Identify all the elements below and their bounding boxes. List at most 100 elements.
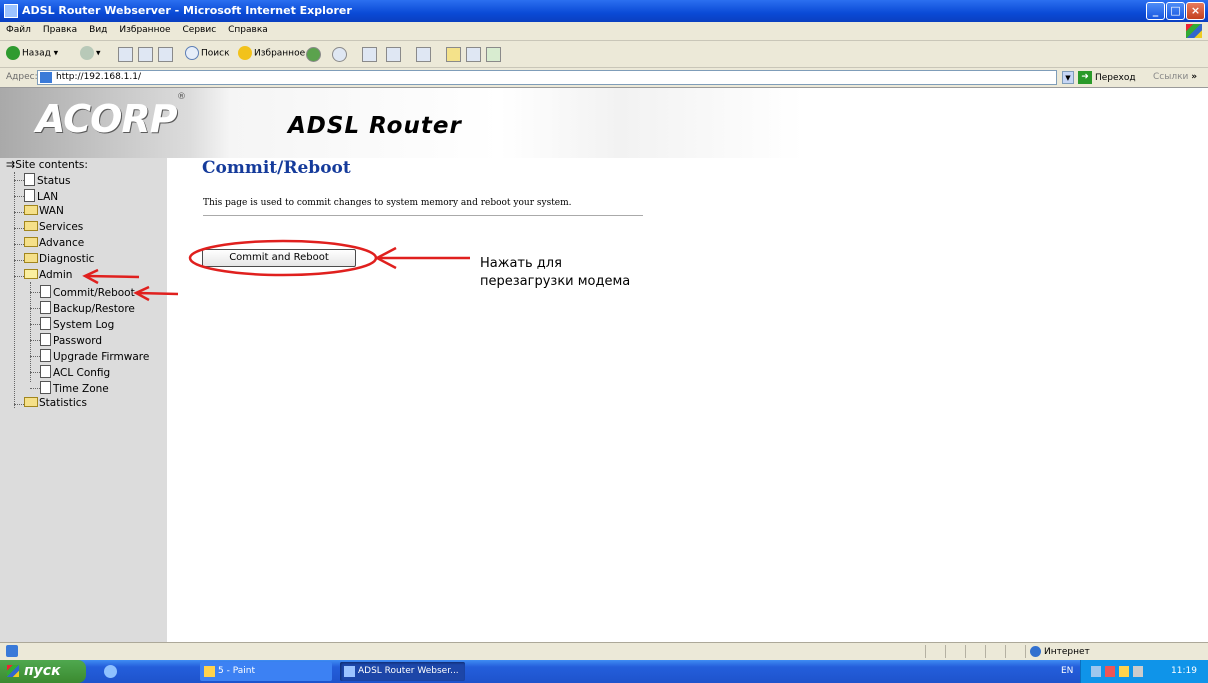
folder-icon <box>24 205 38 215</box>
sidebar-item-time-zone[interactable]: Time Zone <box>40 381 109 395</box>
messenger-icon[interactable] <box>466 47 481 62</box>
forward-button[interactable]: ▾ <box>80 46 101 60</box>
page-icon <box>40 365 51 378</box>
edit-icon[interactable] <box>416 47 431 62</box>
address-label: Адрес: <box>6 72 38 82</box>
page-content: ACORP ® ADSL Router ⇉Site contents: Stat… <box>0 88 1208 642</box>
folder-icon[interactable] <box>446 47 461 62</box>
menu-favorites[interactable]: Избранное <box>113 22 176 35</box>
menu-help[interactable]: Справка <box>222 22 274 35</box>
window-title: ADSL Router Webserver - Microsoft Intern… <box>22 4 352 17</box>
favorites-button[interactable]: Избранное <box>238 46 305 60</box>
sidebar-item-backup-restore[interactable]: Backup/Restore <box>40 301 135 315</box>
back-label: Назад <box>22 48 51 59</box>
page-description: This page is used to commit changes to s… <box>203 198 572 208</box>
window-titlebar[interactable]: ADSL Router Webserver - Microsoft Intern… <box>0 0 1208 22</box>
go-arrow-icon: ➜ <box>1078 71 1092 84</box>
forward-arrow-icon <box>80 46 94 60</box>
research-icon[interactable] <box>486 47 501 62</box>
sidebar-item-statistics[interactable]: Statistics <box>24 397 87 409</box>
address-dropdown-icon[interactable]: ▼ <box>1062 71 1074 84</box>
folder-open-icon <box>24 269 38 279</box>
page-icon <box>40 72 52 83</box>
sidebar-item-status[interactable]: Status <box>24 173 70 187</box>
taskbar: пуск 5 - Paint ADSL Router Webser... EN … <box>0 660 1208 683</box>
sidebar-item-label: Backup/Restore <box>53 303 135 315</box>
sidebar-item-commit-reboot[interactable]: Commit/Reboot <box>40 285 135 299</box>
menu-file[interactable]: Файл <box>0 22 37 35</box>
sidebar-item-label: WAN <box>39 205 64 217</box>
sidebar-item-label: Diagnostic <box>39 253 95 265</box>
mail-icon[interactable] <box>362 47 377 62</box>
page-icon <box>40 317 51 330</box>
folder-icon <box>24 253 38 263</box>
minimize-button[interactable]: _ <box>1146 2 1165 20</box>
sidebar-item-label: Advance <box>39 237 85 249</box>
page-icon <box>24 173 35 186</box>
folder-icon <box>24 397 38 407</box>
sidebar-item-label: Statistics <box>39 397 87 409</box>
ie-icon <box>344 666 355 677</box>
folder-icon <box>24 221 38 231</box>
home-icon[interactable] <box>158 47 173 62</box>
browser-toolbar: Назад ▾ ▾ Поиск Избранное <box>0 41 1208 68</box>
sidebar-header: ⇉Site contents: <box>6 158 88 171</box>
security-zone: Интернет <box>1030 646 1090 657</box>
sidebar-item-password[interactable]: Password <box>40 333 102 347</box>
menu-view[interactable]: Вид <box>83 22 113 35</box>
sidebar-item-system-log[interactable]: System Log <box>40 317 114 331</box>
stop-icon[interactable] <box>118 47 133 62</box>
close-button[interactable]: × <box>1186 2 1205 20</box>
page-icon <box>40 285 51 298</box>
page-icon <box>40 333 51 346</box>
go-label: Переход <box>1095 73 1136 83</box>
quicklaunch-ie-icon[interactable] <box>104 665 117 678</box>
refresh-icon[interactable] <box>138 47 153 62</box>
divider <box>203 215 643 216</box>
start-button[interactable]: пуск <box>0 660 86 683</box>
address-input[interactable]: http://192.168.1.1/ <box>37 70 1057 85</box>
status-bar: Интернет <box>0 642 1208 660</box>
router-banner: ACORP ® ADSL Router <box>0 88 803 158</box>
sidebar-tree: ⇉Site contents: Status LAN WAN Services … <box>0 158 167 642</box>
commit-and-reboot-button[interactable]: Commit and Reboot <box>202 249 356 267</box>
sidebar-item-wan[interactable]: WAN <box>24 205 64 217</box>
ie-window-icon <box>4 4 18 18</box>
language-indicator[interactable]: EN <box>1061 666 1073 676</box>
sidebar-item-label: Commit/Reboot <box>53 287 135 299</box>
print-icon[interactable] <box>386 47 401 62</box>
go-button[interactable]: ➜ Переход <box>1078 71 1136 84</box>
menu-tools[interactable]: Сервис <box>177 22 223 35</box>
media-icon[interactable] <box>306 47 321 62</box>
page-icon <box>40 349 51 362</box>
taskbar-item-paint[interactable]: 5 - Paint <box>200 662 332 681</box>
menu-edit[interactable]: Правка <box>37 22 83 35</box>
sidebar-item-admin[interactable]: Admin <box>24 269 72 281</box>
sidebar-item-upgrade-firmware[interactable]: Upgrade Firmware <box>40 349 149 363</box>
menu-bar: Файл Правка Вид Избранное Сервис Справка <box>0 22 1208 41</box>
tray-icons[interactable] <box>1091 666 1143 677</box>
sidebar-item-diagnostic[interactable]: Diagnostic <box>24 253 94 265</box>
sidebar-item-advance[interactable]: Advance <box>24 237 84 249</box>
links-label: Ссылки <box>1153 72 1189 82</box>
sidebar-item-acl-config[interactable]: ACL Config <box>40 365 110 379</box>
sidebar-header-label: Site contents: <box>15 159 88 171</box>
sidebar-item-label: Status <box>37 175 71 187</box>
history-icon[interactable] <box>332 47 347 62</box>
page-title: Commit/Reboot <box>202 158 351 178</box>
sidebar-item-services[interactable]: Services <box>24 221 83 233</box>
sidebar-item-lan[interactable]: LAN <box>24 189 58 203</box>
taskbar-item-ie[interactable]: ADSL Router Webser... <box>340 662 465 681</box>
acorp-logo: ACORP <box>36 97 178 141</box>
sidebar-item-label: Services <box>39 221 84 233</box>
windows-flag-icon <box>7 665 19 677</box>
back-button[interactable]: Назад ▾ <box>6 46 58 60</box>
maximize-button[interactable]: □ <box>1166 2 1185 20</box>
search-icon <box>185 46 199 60</box>
search-button[interactable]: Поиск <box>185 46 230 60</box>
task-label: ADSL Router Webser... <box>358 666 459 676</box>
sidebar-item-label: Time Zone <box>53 383 109 395</box>
windows-logo-icon <box>1186 24 1202 38</box>
annotation-line-2: перезагрузки модема <box>480 274 631 289</box>
links-button[interactable]: Ссылки » <box>1153 72 1197 82</box>
